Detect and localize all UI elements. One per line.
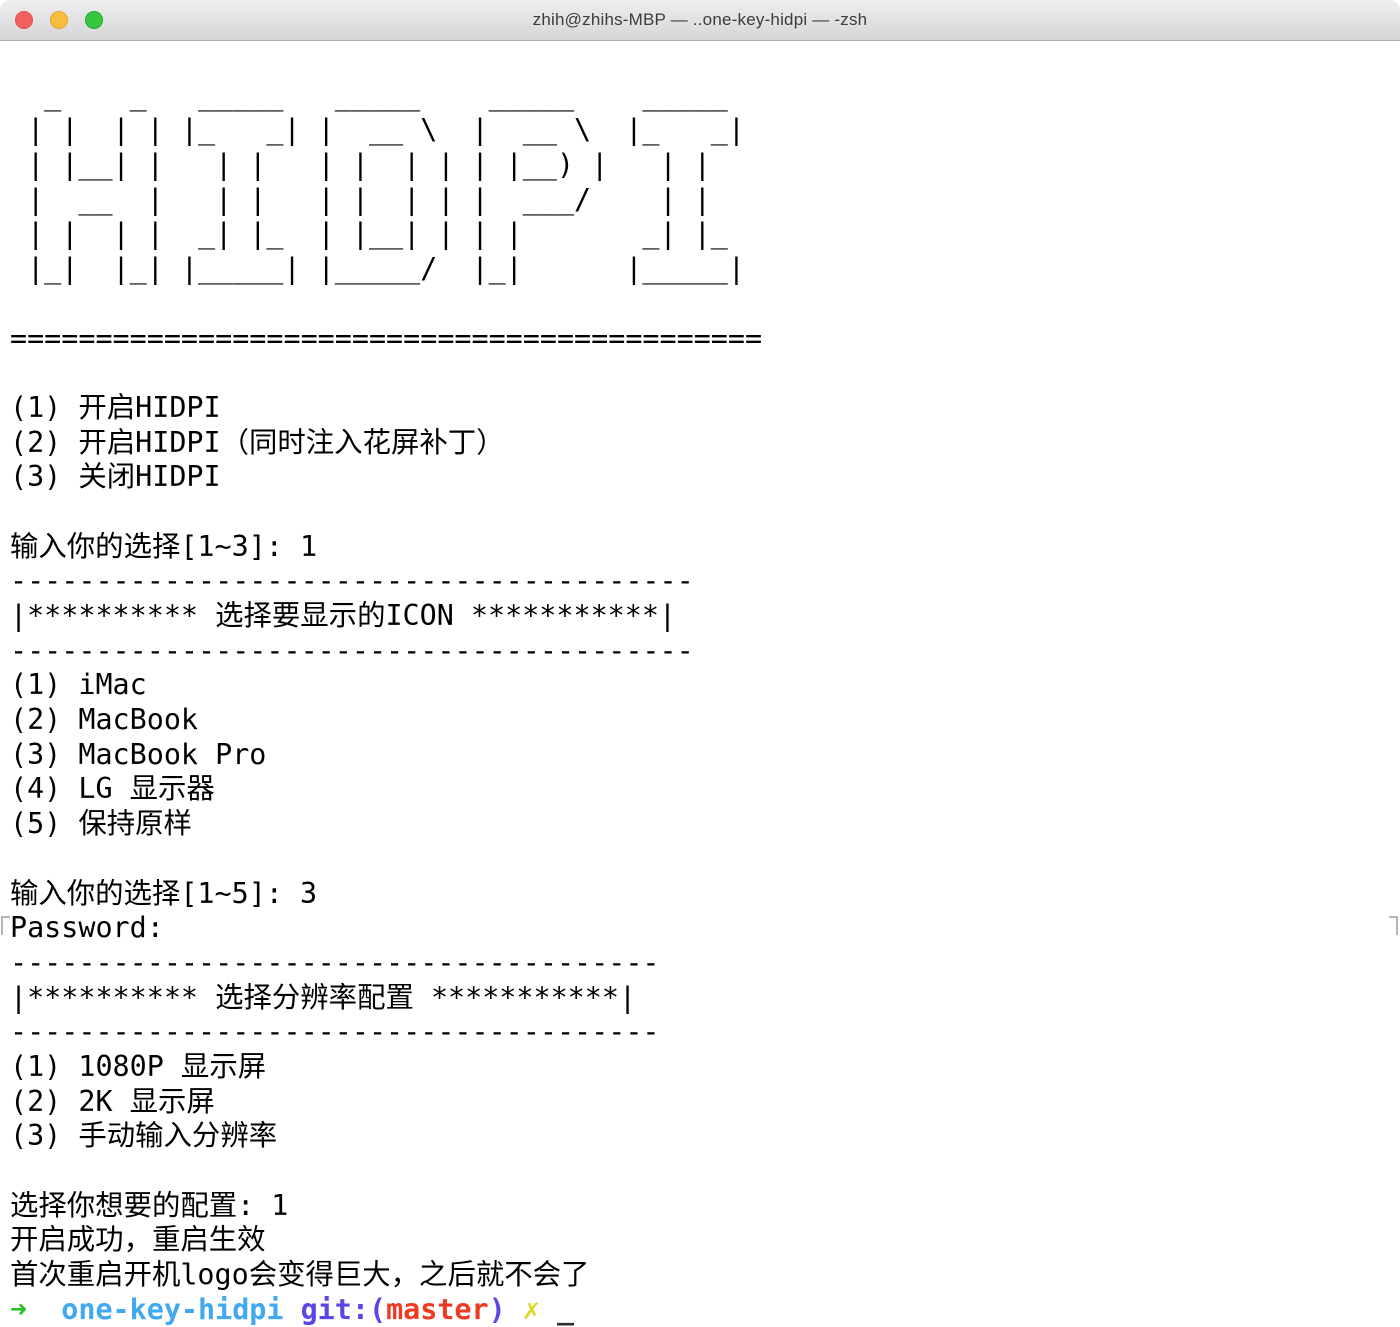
terminal-cursor: _ — [557, 1293, 574, 1326]
separator-dashes: -------------------------------------- — [10, 1015, 1400, 1050]
ascii-logo-line: | | | | |_ _| | __ \ | __ \ |_ _| — [10, 113, 1400, 148]
menu-item-enable-hidpi: (1) 开启HIDPI — [10, 391, 1400, 426]
window-title: zhih@zhihs-MBP — ..one-key-hidpi — -zsh — [533, 10, 868, 30]
resolution-option-1080p: (1) 1080P 显示屏 — [10, 1050, 1400, 1085]
menu-item-enable-hidpi-patch: (2) 开启HIDPI（同时注入花屏补丁） — [10, 426, 1400, 461]
icon-option-imac: (1) iMac — [10, 668, 1400, 703]
icon-option-macbook: (2) MacBook — [10, 703, 1400, 738]
prompt-spacer — [284, 1293, 301, 1326]
terminal-line — [10, 842, 1400, 877]
terminal-line — [10, 44, 1400, 79]
close-button[interactable] — [15, 11, 33, 29]
resolution-option-2k: (2) 2K 显示屏 — [10, 1085, 1400, 1120]
prompt-spacer — [27, 1293, 61, 1326]
terminal-line — [10, 495, 1400, 530]
shell-prompt: ➜ one-key-hidpi git:(master) ✗ _ — [10, 1293, 1400, 1327]
ascii-logo-line: | | | | _| |_ | |__| | | | _| |_ — [10, 217, 1400, 252]
menu-item-disable-hidpi: (3) 关闭HIDPI — [10, 460, 1400, 495]
password-prompt: Password: — [10, 911, 1400, 946]
section-header-icon: |********** 选择要显示的ICON ***********| — [10, 599, 1400, 634]
ascii-logo-line: |_| |_| |_____| |_____/ |_| |_____| — [10, 252, 1400, 287]
prompt-arrow-icon: ➜ — [10, 1293, 27, 1326]
terminal-line — [10, 1154, 1400, 1189]
git-branch: master — [386, 1293, 489, 1326]
prompt-spacer — [506, 1293, 523, 1326]
icon-option-lg-display: (4) LG 显示器 — [10, 772, 1400, 807]
zoom-button[interactable] — [85, 11, 103, 29]
git-dirty-icon: ✗ — [523, 1293, 540, 1326]
window-titlebar: zhih@zhihs-MBP — ..one-key-hidpi — -zsh — [0, 0, 1400, 41]
separator-dashes: ---------------------------------------- — [10, 564, 1400, 599]
ascii-logo-line: _ _ _____ _____ _____ _____ — [10, 79, 1400, 114]
traffic-lights — [15, 11, 103, 29]
icon-option-macbook-pro: (3) MacBook Pro — [10, 738, 1400, 773]
git-prefix: git:( — [301, 1293, 386, 1326]
reboot-notice: 首次重启开机logo会变得巨大，之后就不会了 — [10, 1258, 1400, 1293]
separator-dashes: ---------------------------------------- — [10, 634, 1400, 669]
prompt-spacer — [540, 1293, 557, 1326]
terminal-screen[interactable]: _ _ _____ _____ _____ _____ | | | | |_ _… — [0, 41, 1400, 1327]
terminal-line — [10, 356, 1400, 391]
terminal-line — [10, 287, 1400, 322]
terminal-window: zhih@zhihs-MBP — ..one-key-hidpi — -zsh … — [0, 0, 1400, 1327]
minimize-button[interactable] — [50, 11, 68, 29]
icon-option-keep-original: (5) 保持原样 — [10, 807, 1400, 842]
config-choice-prompt: 选择你想要的配置: 1 — [10, 1189, 1400, 1224]
separator-equals: ========================================… — [10, 322, 1400, 357]
section-header-resolution: |********** 选择分辨率配置 ***********| — [10, 981, 1400, 1016]
choice-prompt-1: 输入你的选择[1~3]: 1 — [10, 530, 1400, 565]
choice-prompt-2: 输入你的选择[1~5]: 3 — [10, 877, 1400, 912]
ascii-logo-line: | __ | | | | | | | | ___/ | | — [10, 183, 1400, 218]
success-message: 开启成功，重启生效 — [10, 1223, 1400, 1258]
prompt-cwd: one-key-hidpi — [61, 1293, 283, 1326]
resolution-option-manual: (3) 手动输入分辨率 — [10, 1119, 1400, 1154]
ascii-logo-line: | |__| | | | | | | | | |__) | | | — [10, 148, 1400, 183]
git-suffix: ) — [489, 1293, 506, 1326]
separator-dashes: -------------------------------------- — [10, 946, 1400, 981]
